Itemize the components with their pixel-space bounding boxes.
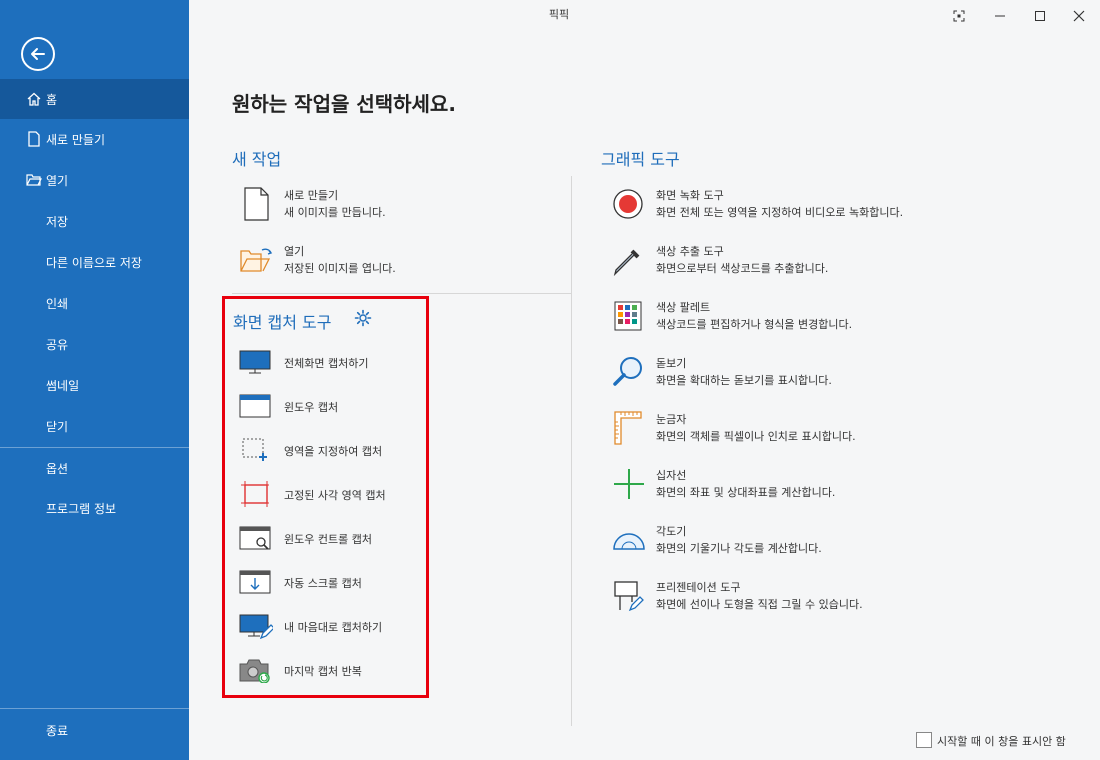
sidebar-item-print[interactable]: 인쇄 xyxy=(0,283,189,323)
open-image-item[interactable]: 열기 저장된 이미지를 엽니다. xyxy=(240,243,540,279)
sidebar-item-label: 다른 이름으로 저장 xyxy=(46,255,142,270)
minimize-button[interactable] xyxy=(985,4,1015,28)
item-desc: 화면을 확대하는 돋보기를 표시합니다. xyxy=(656,374,832,387)
sidebar-item-options[interactable]: 옵션 xyxy=(0,448,189,488)
dont-show-label: 시작할 때 이 창을 표시안 함 xyxy=(937,735,1066,748)
new-task-heading: 새 작업 xyxy=(232,150,282,169)
capture-button[interactable] xyxy=(944,4,974,28)
sidebar-item-home[interactable]: 홈 xyxy=(0,79,189,119)
item-desc: 화면 전체 또는 영역을 지정하여 비디오로 녹화합니다. xyxy=(656,206,904,219)
sidebar: 홈 새로 만들기 열기 저장 다른 이름으로 저장 인쇄 공유 썸네일 닫기 옵… xyxy=(0,0,189,760)
magnifier-icon xyxy=(613,357,642,386)
section-divider xyxy=(232,293,571,294)
protractor-item[interactable]: 각도기 화면의 기울기나 각도를 계산합니다. xyxy=(612,523,1032,559)
arrow-left-icon xyxy=(31,48,45,60)
capture-icon xyxy=(953,10,965,22)
sidebar-item-label: 옵션 xyxy=(46,461,69,476)
item-title: 색상 팔레트 xyxy=(656,301,711,314)
presentation-board-icon xyxy=(614,581,644,612)
color-picker-item[interactable]: 색상 추출 도구 화면으로부터 색상코드를 추출합니다. xyxy=(612,243,1032,279)
ruler-item[interactable]: 눈금자 화면의 객체를 픽셀이나 인치로 표시합니다. xyxy=(612,411,1032,447)
palette-grid-icon xyxy=(614,301,642,331)
column-divider xyxy=(571,176,572,726)
window-title: 픽픽 xyxy=(548,8,570,21)
page-title: 원하는 작업을 선택하세요. xyxy=(232,92,456,116)
minimize-icon xyxy=(995,15,1005,17)
protractor-icon xyxy=(613,533,645,550)
sidebar-item-exit[interactable]: 종료 xyxy=(0,710,189,750)
item-title: 열기 xyxy=(284,245,305,258)
graphics-tools-heading: 그래픽 도구 xyxy=(601,150,680,169)
item-desc: 화면의 객체를 픽셀이나 인치로 표시합니다. xyxy=(656,430,856,443)
item-title: 눈금자 xyxy=(656,413,687,426)
maximize-icon xyxy=(1035,11,1045,21)
crosshair-item[interactable]: 십자선 화면의 좌표 및 상대좌표를 계산합니다. xyxy=(612,467,1032,503)
highlight-box xyxy=(222,296,429,698)
sidebar-item-label: 종료 xyxy=(46,723,69,738)
sidebar-item-save-as[interactable]: 다른 이름으로 저장 xyxy=(0,242,189,282)
close-icon xyxy=(1073,10,1085,22)
item-desc: 저장된 이미지를 엽니다. xyxy=(284,262,396,275)
crosshair-icon xyxy=(614,469,644,499)
ruler-icon xyxy=(614,411,642,445)
record-icon xyxy=(613,189,643,219)
sidebar-item-label: 열기 xyxy=(46,173,69,188)
dont-show-checkbox[interactable] xyxy=(916,732,932,748)
new-file-icon xyxy=(244,187,269,221)
item-desc: 화면으로부터 색상코드를 추출합니다. xyxy=(656,262,829,275)
eyedropper-icon xyxy=(613,249,640,277)
sidebar-item-close[interactable]: 닫기 xyxy=(0,406,189,446)
magnifier-item[interactable]: 돋보기 화면을 확대하는 돋보기를 표시합니다. xyxy=(612,355,1032,391)
sidebar-item-open[interactable]: 열기 xyxy=(0,160,189,200)
item-desc: 화면의 좌표 및 상대좌표를 계산합니다. xyxy=(656,486,836,499)
item-title: 각도기 xyxy=(656,525,687,538)
folder-icon xyxy=(24,170,44,190)
sidebar-item-label: 닫기 xyxy=(46,419,69,434)
new-image-item[interactable]: 새로 만들기 새 이미지를 만듭니다. xyxy=(240,187,540,223)
sidebar-item-label: 저장 xyxy=(46,214,69,229)
item-desc: 화면에 선이나 도형을 직접 그릴 수 있습니다. xyxy=(656,598,863,611)
sidebar-item-label: 썸네일 xyxy=(46,378,80,393)
sidebar-item-label: 공유 xyxy=(46,337,69,352)
item-title: 프리젠테이션 도구 xyxy=(656,581,741,594)
sidebar-item-label: 새로 만들기 xyxy=(46,132,106,147)
item-title: 화면 녹화 도구 xyxy=(656,189,724,202)
sidebar-item-label: 홈 xyxy=(46,92,58,107)
close-button[interactable] xyxy=(1064,4,1094,28)
open-folder-icon xyxy=(240,248,273,272)
sidebar-item-new[interactable]: 새로 만들기 xyxy=(0,119,189,159)
color-palette-item[interactable]: 색상 팔레트 색상코드를 편집하거나 형식을 변경합니다. xyxy=(612,299,1032,335)
item-desc: 새 이미지를 만듭니다. xyxy=(284,206,386,219)
item-desc: 색상코드를 편집하거나 형식을 변경합니다. xyxy=(656,318,853,331)
presentation-item[interactable]: 프리젠테이션 도구 화면에 선이나 도형을 직접 그릴 수 있습니다. xyxy=(612,579,1032,615)
item-title: 돋보기 xyxy=(656,357,687,370)
new-file-icon xyxy=(24,129,44,149)
item-desc: 화면의 기울기나 각도를 계산합니다. xyxy=(656,542,822,555)
item-title: 새로 만들기 xyxy=(284,189,339,202)
item-title: 십자선 xyxy=(656,469,687,482)
sidebar-divider xyxy=(0,708,189,709)
back-button[interactable] xyxy=(21,37,55,71)
item-title: 색상 추출 도구 xyxy=(656,245,724,258)
sidebar-item-thumbnail[interactable]: 썸네일 xyxy=(0,365,189,405)
sidebar-item-about[interactable]: 프로그램 정보 xyxy=(0,488,189,528)
sidebar-item-label: 프로그램 정보 xyxy=(46,501,117,516)
home-icon xyxy=(24,89,44,109)
maximize-button[interactable] xyxy=(1025,4,1055,28)
sidebar-item-save[interactable]: 저장 xyxy=(0,201,189,241)
screen-recorder-item[interactable]: 화면 녹화 도구 화면 전체 또는 영역을 지정하여 비디오로 녹화합니다. xyxy=(612,187,1032,223)
sidebar-item-share[interactable]: 공유 xyxy=(0,324,189,364)
sidebar-item-label: 인쇄 xyxy=(46,296,69,311)
